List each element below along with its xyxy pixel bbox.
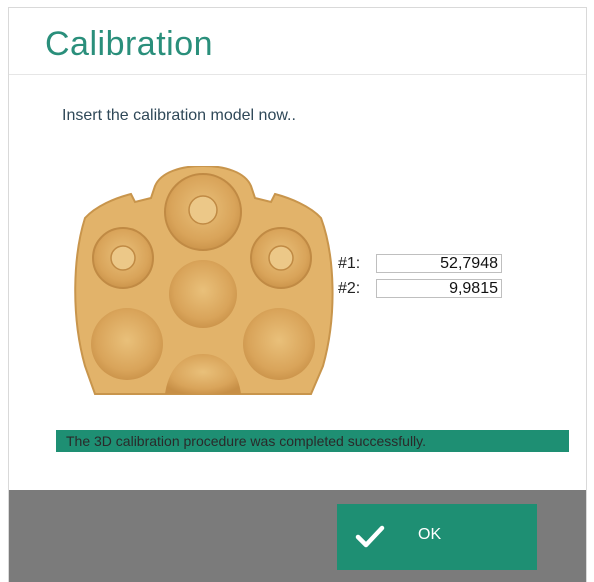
title-bar: Calibration <box>9 8 586 75</box>
status-message: The 3D calibration procedure was complet… <box>56 430 569 452</box>
field-label-1: #1: <box>338 254 361 272</box>
calibration-dialog: Calibration Insert the calibration model… <box>9 8 586 582</box>
ok-button[interactable]: OK <box>337 504 537 570</box>
field-row-2: #2: <box>338 277 502 300</box>
instruction-text: Insert the calibration model now.. <box>62 107 296 124</box>
checkmark-icon <box>355 525 385 548</box>
ok-label: OK <box>418 526 442 543</box>
measurement-2-field[interactable] <box>376 279 502 298</box>
measurement-1-field[interactable] <box>376 254 502 273</box>
field-row-1: #1: <box>338 252 502 275</box>
field-label-2: #2: <box>338 279 361 297</box>
measurement-fields: #1: #2: <box>338 252 502 302</box>
dialog-footer: OK <box>9 490 586 582</box>
calibration-model-image <box>74 166 334 395</box>
dialog-title: Calibration <box>45 25 214 63</box>
